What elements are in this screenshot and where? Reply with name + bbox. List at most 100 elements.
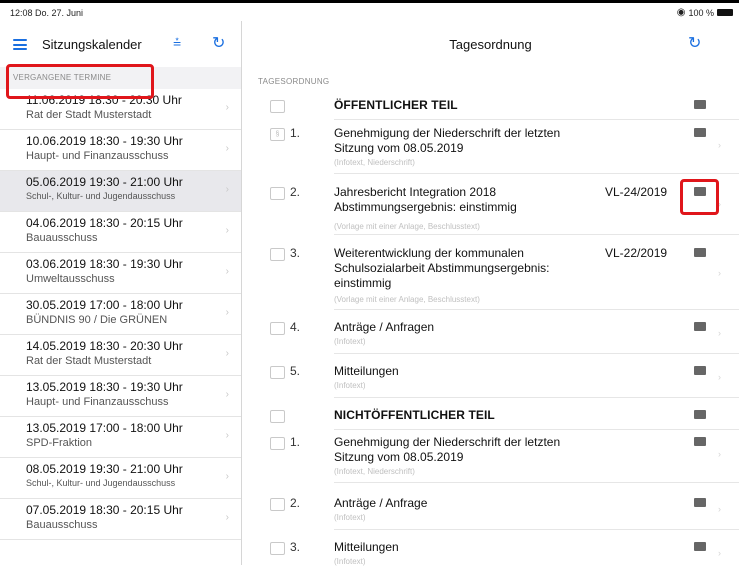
item-number: 2. [290, 185, 301, 199]
speech-bubble-icon [270, 248, 285, 261]
item-title: Mitteilungen [334, 540, 399, 554]
speech-bubble-icon [270, 100, 285, 113]
item-title: Jahresbericht Integration 2018 Abstimmun… [334, 185, 517, 214]
divider [334, 234, 739, 235]
chevron-right-icon: › [718, 140, 721, 150]
chevron-right-icon: › [225, 389, 229, 400]
chevron-right-icon: › [718, 548, 721, 558]
item-number: 1. [290, 126, 301, 140]
meeting-committee: Rat der Stadt Musterstadt [26, 355, 152, 367]
chevron-right-icon: › [718, 372, 721, 382]
item-number: 2. [290, 496, 301, 510]
battery-percent: 100 % [688, 7, 714, 18]
meeting-item[interactable]: 03.06.2019 18:30 - 19:30 Uhr Umweltaussc… [0, 253, 241, 294]
meeting-committee: Haupt- und Finanzausschuss [26, 396, 169, 408]
document-icon[interactable] [694, 128, 706, 137]
agenda-heading-public[interactable]: ÖFFENTLICHER TEIL [258, 98, 739, 120]
meeting-item[interactable]: 08.05.2019 19:30 - 21:00 Uhr Schul-, Kul… [0, 458, 241, 499]
chevron-right-icon: › [225, 512, 229, 523]
refresh-icon[interactable]: ↻ [688, 33, 701, 53]
chevron-right-icon: › [225, 471, 229, 482]
item-attachments: (Vorlage mit einer Anlage, Beschlusstext… [334, 222, 480, 231]
divider [334, 353, 739, 354]
meeting-item[interactable]: 10.06.2019 18:30 - 19:30 Uhr Haupt- und … [0, 130, 241, 171]
chevron-right-icon: › [225, 307, 229, 318]
divider [334, 119, 739, 120]
document-icon[interactable] [694, 410, 706, 419]
agenda-item[interactable]: 3. Weiterentwicklung der kommunalen Schu… [258, 246, 739, 310]
meeting-item[interactable]: 14.05.2019 18:30 - 20:30 Uhr Rat der Sta… [0, 335, 241, 376]
item-number: 5. [290, 364, 301, 378]
document-icon[interactable] [694, 322, 706, 331]
document-icon[interactable] [694, 437, 706, 446]
agenda-item[interactable]: 5. Mitteilungen (Infotext) › [258, 364, 739, 398]
agenda-item[interactable]: 4. Anträge / Anfragen (Infotext) › [258, 320, 739, 354]
filter-icon[interactable]: ⩮ [173, 34, 181, 51]
heading-text: ÖFFENTLICHER TEIL [334, 98, 458, 112]
refresh-icon[interactable]: ↻ [212, 33, 225, 53]
divider [334, 173, 739, 174]
item-number: 1. [290, 435, 301, 449]
agenda-heading-private[interactable]: NICHTÖFFENTLICHER TEIL [258, 408, 739, 430]
document-icon[interactable] [694, 366, 706, 375]
sidebar-title: Sitzungskalender [42, 37, 142, 52]
chevron-right-icon: › [225, 184, 229, 195]
chevron-right-icon: › [225, 102, 229, 113]
item-reference: VL-22/2019 [605, 246, 668, 260]
menu-icon[interactable] [13, 39, 27, 50]
divider [334, 429, 739, 430]
highlight-box-document [680, 179, 719, 215]
agenda-item[interactable]: 2. Jahresbericht Integration 2018 Abstim… [258, 185, 739, 235]
document-icon[interactable] [694, 248, 706, 257]
agenda-item[interactable]: § 1. Genehmigung der Niederschrift der l… [258, 126, 739, 174]
divider [334, 397, 739, 398]
chevron-right-icon: › [718, 328, 721, 338]
document-icon[interactable] [694, 542, 706, 551]
document-icon[interactable] [694, 100, 706, 109]
speech-bubble-icon [270, 410, 285, 423]
divider [334, 482, 739, 483]
chevron-right-icon: › [225, 348, 229, 359]
meeting-item[interactable]: 30.05.2019 17:00 - 18:00 Uhr BÜNDNIS 90 … [0, 294, 241, 335]
agenda-item[interactable]: 2. Anträge / Anfrage (Infotext) › [258, 496, 739, 530]
status-time: 12:08 Do. 27. Juni [10, 8, 84, 18]
divider [334, 529, 739, 530]
chevron-right-icon: › [225, 430, 229, 441]
meeting-item[interactable]: 13.05.2019 17:00 - 18:00 Uhr SPD-Fraktio… [0, 417, 241, 458]
wifi-icon: ◉ [676, 7, 686, 18]
meeting-date: 14.05.2019 18:30 - 20:30 Uhr [26, 339, 183, 353]
speech-bubble-icon: § [270, 128, 285, 141]
item-title: Anträge / Anfragen [334, 320, 435, 334]
item-reference: VL-24/2019 [605, 185, 668, 199]
meeting-date: 10.06.2019 18:30 - 19:30 Uhr [26, 134, 183, 148]
document-icon[interactable] [694, 498, 706, 507]
meeting-committee: Bauausschuss [26, 232, 98, 244]
meeting-date: 30.05.2019 17:00 - 18:00 Uhr [26, 298, 183, 312]
meeting-date: 05.06.2019 19:30 - 21:00 Uhr [26, 175, 183, 189]
meeting-committee: Bauausschuss [26, 519, 98, 531]
status-bar: 12:08 Do. 27. Juni ◉ 100 % [0, 3, 739, 21]
heading-text: NICHTÖFFENTLICHER TEIL [334, 408, 495, 422]
meeting-item[interactable]: 13.05.2019 18:30 - 19:30 Uhr Haupt- und … [0, 376, 241, 417]
meeting-item[interactable]: 07.05.2019 18:30 - 20:15 Uhr Bauausschus… [0, 499, 241, 540]
agenda-item[interactable]: 3. Mitteilungen (Infotext) › [258, 540, 739, 566]
speech-bubble-icon [270, 322, 285, 335]
item-number: 4. [290, 320, 301, 334]
agenda-item[interactable]: 1. Genehmigung der Niederschrift der let… [258, 435, 739, 483]
meeting-committee: SPD-Fraktion [26, 437, 93, 449]
sidebar: Sitzungskalender ⩮ ↻ VERGANGENE TERMINE … [0, 21, 242, 565]
item-attachments: (Infotext, Niederschrift) [334, 467, 415, 476]
meeting-item[interactable]: 04.06.2019 18:30 - 20:15 Uhr Bauausschus… [0, 212, 241, 253]
meeting-date: 04.06.2019 18:30 - 20:15 Uhr [26, 216, 183, 230]
chevron-right-icon: › [225, 225, 229, 236]
speech-bubble-icon [270, 498, 285, 511]
item-attachments: (Infotext) [334, 513, 366, 522]
item-attachments: (Infotext, Niederschrift) [334, 158, 415, 167]
chevron-right-icon: › [225, 143, 229, 154]
status-right: ◉ 100 % [677, 7, 733, 18]
chevron-right-icon: › [718, 504, 721, 514]
chevron-right-icon: › [225, 266, 229, 277]
item-title: Weiterentwicklung der kommunalen Schulso… [334, 246, 550, 290]
meeting-committee: Schul-, Kultur- und Jugendausschuss [26, 478, 176, 488]
meeting-item-selected[interactable]: 05.06.2019 19:30 - 21:00 Uhr Schul-, Kul… [0, 171, 241, 212]
